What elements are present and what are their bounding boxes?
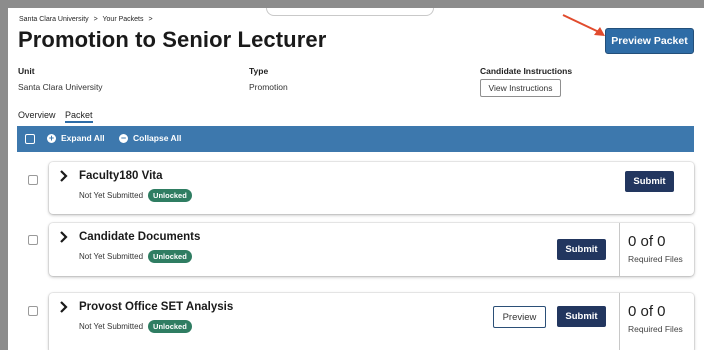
chevron-right-icon[interactable] (59, 300, 69, 314)
chevron-right-icon[interactable] (59, 230, 69, 244)
expand-all-label: Expand All (61, 133, 105, 143)
submit-button[interactable]: Submit (557, 306, 606, 327)
page-title: Promotion to Senior Lecturer (18, 27, 327, 52)
divider (619, 223, 620, 276)
submission-status: Not Yet Submitted (79, 191, 144, 200)
breadcrumb-separator: > (148, 16, 153, 23)
breadcrumb: Santa Clara University > Your Packets > (19, 16, 156, 23)
submission-status: Not Yet Submitted (79, 322, 144, 331)
minus-circle-icon: − (119, 132, 128, 143)
window-frame-left (0, 0, 8, 350)
required-files-label: Required Files (628, 324, 683, 334)
section-title[interactable]: Faculty180 Vita (79, 170, 163, 182)
submission-status: Not Yet Submitted (79, 252, 144, 261)
breadcrumb-link-university[interactable]: Santa Clara University (19, 16, 89, 23)
status-badge: Unlocked (148, 250, 192, 263)
preview-packet-button[interactable]: Preview Packet (605, 28, 694, 54)
type-value: Promotion (249, 82, 288, 92)
section-status: Not Yet Submitted Unlocked (79, 189, 192, 202)
tab-packet[interactable]: Packet (65, 110, 93, 123)
required-files-label: Required Files (628, 254, 683, 264)
submit-button[interactable]: Submit (625, 171, 674, 192)
section-status: Not Yet Submitted Unlocked (79, 250, 192, 263)
plus-circle-icon: + (47, 132, 56, 143)
collapse-all-label: Collapse All (133, 133, 182, 143)
unit-label: Unit (18, 66, 35, 76)
type-label: Type (249, 66, 269, 76)
window-frame-top (0, 0, 704, 8)
tab-overview[interactable]: Overview (18, 110, 56, 120)
section-card-faculty180-vita: Faculty180 Vita Not Yet Submitted Unlock… (49, 162, 694, 214)
select-all-checkbox[interactable] (25, 134, 35, 144)
preview-button[interactable]: Preview (493, 306, 546, 328)
divider (619, 293, 620, 350)
packet-toolbar: + Expand All − Collapse All (17, 126, 694, 152)
packet-page: Santa Clara University > Your Packets > … (8, 8, 704, 350)
required-files-count: 0 of 0 (628, 233, 666, 250)
top-notch (266, 8, 434, 16)
section-status: Not Yet Submitted Unlocked (79, 320, 192, 333)
section-checkbox[interactable] (28, 235, 38, 245)
section-title[interactable]: Candidate Documents (79, 231, 200, 243)
breadcrumb-link-packets[interactable]: Your Packets (103, 16, 144, 23)
section-card-candidate-documents: Candidate Documents Not Yet Submitted Un… (49, 223, 694, 276)
collapse-all-button[interactable]: − Collapse All (119, 133, 181, 143)
section-title[interactable]: Provost Office SET Analysis (79, 301, 233, 313)
candidate-instructions-label: Candidate Instructions (480, 66, 573, 76)
breadcrumb-separator: > (93, 16, 98, 23)
section-checkbox[interactable] (28, 306, 38, 316)
expand-all-button[interactable]: + Expand All (47, 133, 105, 143)
section-checkbox[interactable] (28, 175, 38, 185)
view-instructions-button[interactable]: View Instructions (480, 79, 561, 97)
unit-value: Santa Clara University (18, 82, 103, 92)
submit-button[interactable]: Submit (557, 239, 606, 260)
required-files-count: 0 of 0 (628, 303, 666, 320)
status-badge: Unlocked (148, 189, 192, 202)
status-badge: Unlocked (148, 320, 192, 333)
section-card-provost-office-set-analysis: Provost Office SET Analysis Not Yet Subm… (49, 293, 694, 350)
chevron-right-icon[interactable] (59, 169, 69, 183)
annotation-arrow-icon (562, 14, 605, 36)
